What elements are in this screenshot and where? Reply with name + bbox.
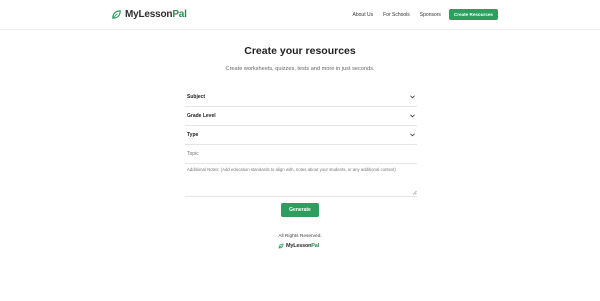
footer-logo[interactable]: MyLessonPal [278,243,319,249]
create-resources-button[interactable]: Create Resources [448,9,498,20]
grade-level-select[interactable]: Grade Level [185,107,417,126]
logo-wordmark-part2: Pal [172,9,187,20]
logo-wordmark-part1: MyLesson [125,9,173,20]
additional-notes-placeholder: Additional Notes: (Add education standar… [187,167,396,172]
page-subtitle: Create worksheets, quizzes, tests and mo… [225,66,375,72]
footer-rights: All Rights Reserved. [278,234,322,239]
generate-button[interactable]: Generate [281,203,319,217]
footer-logo-wordmark: MyLessonPal [286,243,319,249]
nav-sponsors[interactable]: Sponsors [420,12,441,18]
leaf-logo-icon [278,243,284,249]
nav-about-us[interactable]: About Us [353,12,374,18]
subject-select-label: Subject [187,94,206,100]
type-select-label: Type [187,132,199,138]
footer-logo-part1: MyLesson [286,243,312,249]
nav-for-schools[interactable]: For Schools [383,12,410,18]
grade-level-select-label: Grade Level [187,113,216,119]
main-nav: About Us For Schools Sponsors Create Res… [343,9,498,20]
type-select[interactable]: Type [185,126,417,145]
site-logo[interactable]: MyLessonPal [111,9,187,20]
chevron-down-icon [410,133,415,137]
topic-input[interactable]: Topic [185,145,417,164]
site-header: MyLessonPal About Us For Schools Sponsor… [103,0,498,29]
header-divider [0,29,600,30]
chevron-down-icon [410,95,415,99]
subject-select[interactable]: Subject [185,88,417,107]
chevron-down-icon [410,114,415,118]
logo-wordmark: MyLessonPal [125,9,187,20]
footer-logo-part2: Pal [311,243,319,249]
page-title: Create your resources [244,45,356,57]
resize-handle-icon[interactable] [412,190,417,195]
leaf-logo-icon [112,10,121,19]
resource-form: Subject Grade Level Type Topic Additiona… [185,88,417,197]
additional-notes-textarea[interactable]: Additional Notes: (Add education standar… [185,164,417,197]
